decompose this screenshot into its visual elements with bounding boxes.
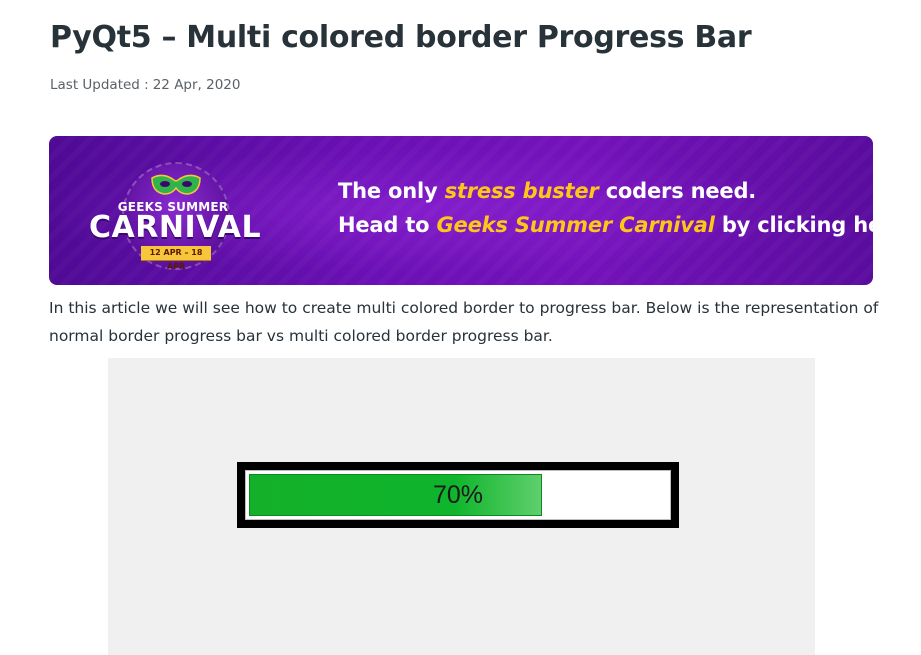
carnival-banner[interactable]: GEEKS SUMMER CARNIVAL 12 APR – 18 APR Th… [49, 136, 873, 285]
badge-dates-ribbon: 12 APR – 18 APR [141, 246, 211, 271]
banner-line-1-pre: The only [338, 179, 445, 203]
progress-bar-track: 70% [245, 470, 671, 520]
banner-line-1-post: coders need. [598, 179, 757, 203]
progress-bar-figure: 70% [108, 358, 815, 655]
badge-big-text: CARNIVAL [89, 210, 262, 245]
banner-line-2: Head to Geeks Summer Carnival by clickin… [338, 213, 873, 237]
intro-paragraph: In this article we will see how to creat… [49, 299, 879, 345]
last-updated-date: 22 Apr, 2020 [152, 77, 241, 93]
carnival-badge: GEEKS SUMMER CARNIVAL 12 APR – 18 APR [89, 150, 262, 271]
banner-line-2-highlight: Geeks Summer Carnival [436, 213, 715, 237]
progress-bar-text: 70% [432, 481, 484, 509]
banner-line-2-pre: Head to [338, 213, 437, 237]
last-updated-label: Last Updated : [50, 77, 149, 93]
last-updated: Last Updated :22 Apr, 2020 [50, 77, 240, 93]
banner-line-1-highlight: stress buster [444, 179, 599, 203]
banner-line-2-post: by clicking here! [721, 213, 873, 237]
banner-line-1: The only stress buster coders need. [338, 179, 756, 203]
progress-bar-border: 70% [237, 462, 679, 528]
page-title: PyQt5 – Multi colored border Progress Ba… [50, 20, 752, 55]
carnival-mask-icon [151, 174, 201, 195]
